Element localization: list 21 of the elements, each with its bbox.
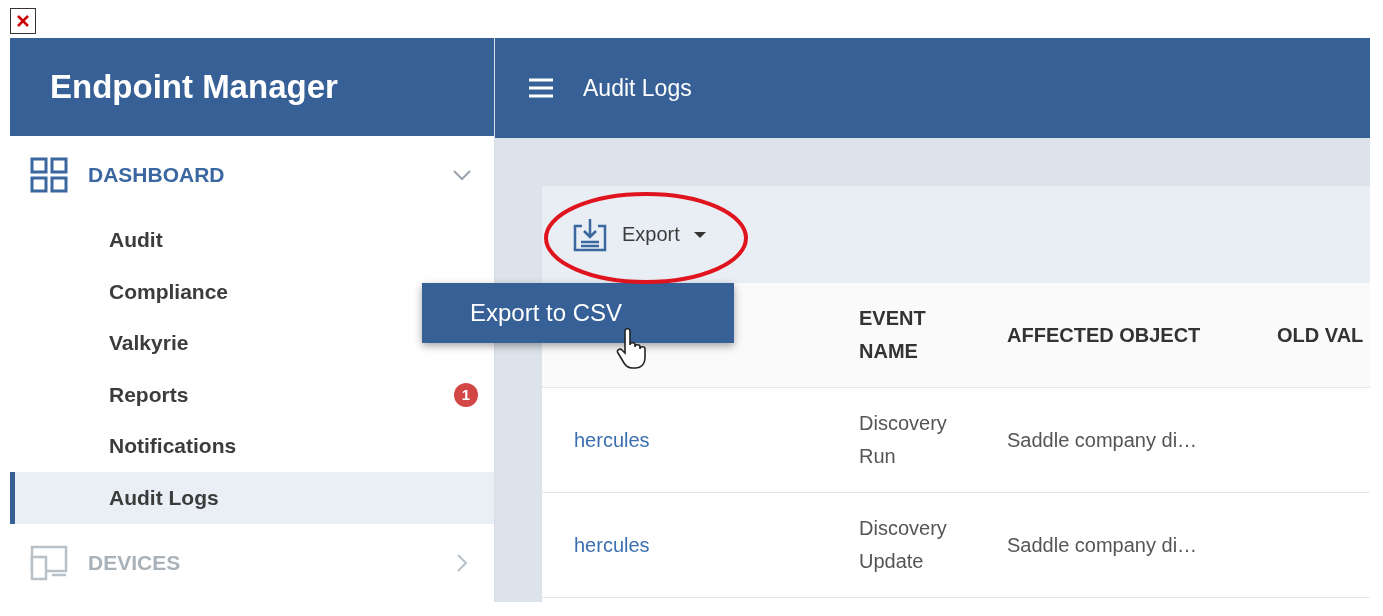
menu-icon[interactable]	[529, 78, 553, 98]
user-link[interactable]: hercules	[574, 428, 650, 452]
table-cell-text: Saddle company di…	[1007, 427, 1198, 453]
app-title: Endpoint Manager	[10, 38, 494, 137]
menu-item[interactable]: Export to CSV	[422, 283, 734, 343]
table-cell-text: Discovery Run	[859, 411, 948, 469]
download-icon	[572, 217, 608, 252]
sidebar-section[interactable]: DASHBOARD	[10, 136, 494, 215]
broken-image-icon	[10, 8, 36, 34]
table-cell-text: Saddle company di…	[1007, 532, 1198, 558]
count-badge: 1	[454, 382, 478, 407]
table-cell-text: Discovery Update	[859, 516, 948, 574]
sidebar-item[interactable]: Reports 1	[10, 369, 494, 421]
sidebar-item[interactable]: Audit Logs	[10, 472, 494, 524]
caret-icon	[693, 230, 706, 239]
monitor-icon	[30, 544, 68, 581]
sidebar-item[interactable]: Audit	[10, 214, 494, 267]
user-link[interactable]: hercules	[574, 533, 650, 557]
sidebar-item[interactable]: Notifications	[10, 420, 494, 473]
page-title: Audit Logs	[583, 74, 692, 102]
grid-icon	[30, 157, 68, 194]
